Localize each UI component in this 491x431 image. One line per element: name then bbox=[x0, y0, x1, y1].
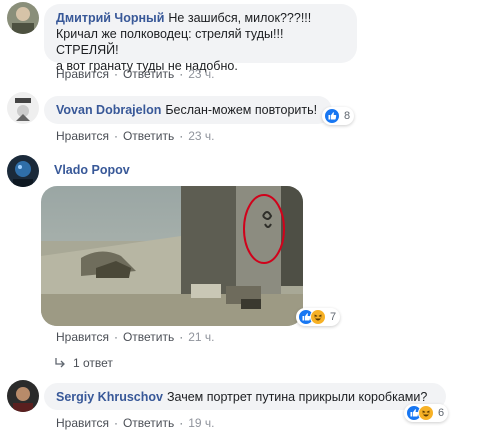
reactions-badge[interactable]: 7 bbox=[296, 308, 341, 326]
reactions-badge[interactable]: 8 bbox=[322, 107, 355, 125]
reaction-count: 6 bbox=[438, 407, 445, 419]
timestamp[interactable]: 21 ч. bbox=[188, 330, 214, 344]
timestamp[interactable]: 23 ч. bbox=[188, 129, 214, 143]
reply-link[interactable]: Ответить bbox=[123, 330, 174, 344]
timestamp[interactable]: 19 ч. bbox=[188, 416, 214, 430]
avatar[interactable] bbox=[7, 380, 39, 412]
avatar[interactable] bbox=[7, 92, 39, 124]
reaction-count: 8 bbox=[344, 110, 351, 122]
like-link[interactable]: Нравится bbox=[56, 67, 109, 81]
like-icon bbox=[324, 108, 340, 124]
comment-text: Зачем портрет путина прикрыли коробками? bbox=[166, 390, 428, 404]
comment-actions: Нравится · Ответить · 23 ч. bbox=[56, 129, 215, 143]
reactions-badge[interactable]: 6 bbox=[404, 404, 449, 422]
comment-author[interactable]: Sergiy Khruschov bbox=[56, 390, 163, 404]
comment-bubble: Дмитрий Чорный Не зашибся, милок???!!! Кр… bbox=[44, 4, 357, 73]
like-link[interactable]: Нравится bbox=[56, 330, 109, 344]
avatar[interactable] bbox=[7, 155, 39, 187]
reply-link[interactable]: Ответить bbox=[123, 129, 174, 143]
reply-link[interactable]: Ответить bbox=[123, 67, 174, 81]
comment-actions: Нравится · Ответить · 21 ч. bbox=[56, 330, 215, 344]
comment-author[interactable]: Vlado Popov bbox=[54, 163, 130, 177]
haha-icon bbox=[310, 309, 326, 325]
timestamp[interactable]: 23 ч. bbox=[188, 67, 214, 81]
comment-actions: Нравится · Ответить · 23 ч. bbox=[56, 67, 215, 81]
comment-image[interactable] bbox=[41, 186, 303, 326]
comment-author[interactable]: Дмитрий Чорный bbox=[56, 11, 164, 25]
reply-arrow-icon bbox=[55, 358, 65, 368]
avatar[interactable] bbox=[7, 2, 39, 34]
like-link[interactable]: Нравится bbox=[56, 129, 109, 143]
reply-link[interactable]: Ответить bbox=[123, 416, 174, 430]
comment-text: Не зашибся, милок???!!! bbox=[168, 11, 312, 25]
view-replies-link[interactable]: 1 ответ bbox=[53, 356, 113, 370]
haha-icon bbox=[418, 405, 434, 421]
comment-author[interactable]: Vovan Dobrajelon bbox=[56, 103, 161, 117]
like-link[interactable]: Нравится bbox=[56, 416, 109, 430]
comment-actions: Нравится · Ответить · 19 ч. bbox=[56, 416, 215, 430]
replies-count: 1 ответ bbox=[73, 356, 113, 370]
comment-text: Кричал же полководец: стреляй туды!!! СТ… bbox=[56, 27, 284, 57]
comment-bubble: Vovan Dobrajelon Беслан-можем повторить! bbox=[44, 96, 332, 124]
reaction-count: 7 bbox=[330, 311, 337, 323]
comment-text: Беслан-можем повторить! bbox=[165, 103, 318, 117]
comment-bubble: Sergiy Khruschov Зачем портрет путина при… bbox=[44, 383, 446, 410]
